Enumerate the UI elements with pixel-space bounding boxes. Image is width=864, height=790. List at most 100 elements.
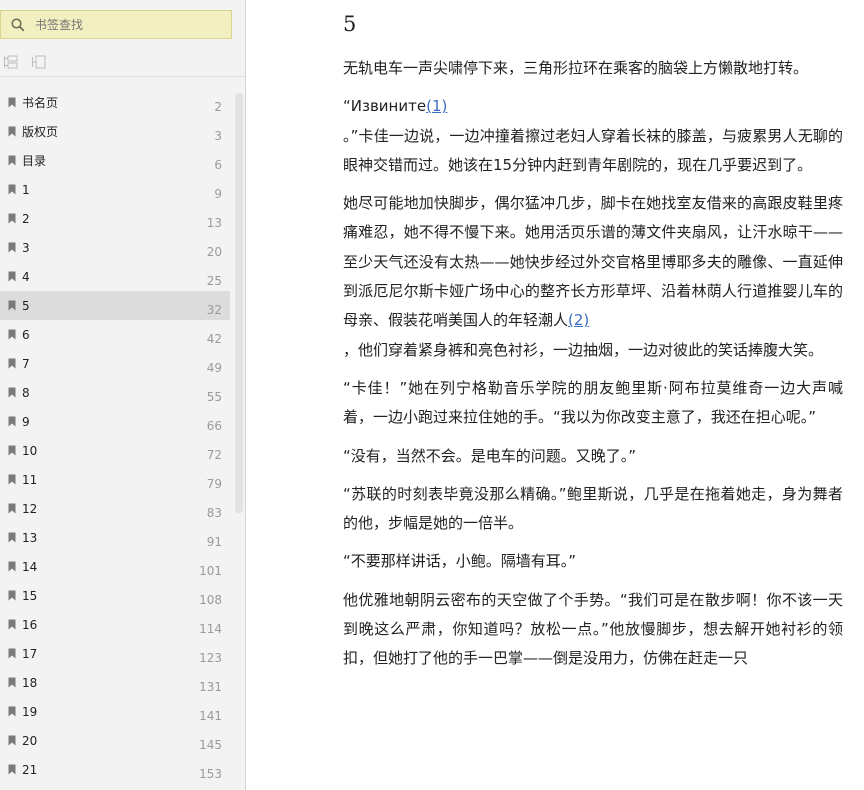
paragraph-2-start: “Извините [343,97,427,116]
paragraph-1: 无轨电车一声尖啸停下来，三角形拉环在乘客的脑袋上方懒散地打转。 [343,59,809,77]
bookmark-item[interactable]: 2 13 [0,204,230,233]
sidebar-divider [0,76,245,77]
bookmark-icon [8,184,16,195]
bookmark-page-number: 25 [206,274,222,288]
bookmark-item[interactable]: 目录 6 [0,146,230,175]
bookmark-list: 书名页 2 版权页 3 目录 6 1 9 2 13 3 20 4 25 5 32 6 42 7 49 8 55 9 66 10 7… [0,88,230,784]
bookmark-icon [8,735,16,746]
bookmark-item[interactable]: 16 114 [0,610,230,639]
bookmark-page-number: 131 [199,680,222,694]
bookmark-sidebar: 书名页2版权页3目录619213320425532642749855966107… [0,0,246,790]
bookmark-icon [8,97,16,108]
bookmark-page-number: 20 [206,245,222,259]
bookmark-page-number: 6 [214,158,222,172]
bookmark-page-number: 72 [206,448,222,462]
paragraph-2: “Извините(1) 。”卡佳一边说，一边冲撞着擦过老妇人穿着长袜的膝盖，与疲… [343,92,843,180]
bookmark-search-box[interactable] [0,10,232,39]
bookmark-page-number: 145 [199,738,222,752]
bookmark-item[interactable]: 5 32 [0,291,230,320]
bookmark-icon [8,677,16,688]
bookmark-icon [8,764,16,775]
bookmark-page-number: 79 [206,477,222,491]
bookmark-label: 8 [22,385,30,400]
bookmark-page-number: 9 [214,187,222,201]
chapter-title: 5 [343,12,357,36]
paragraph-2-rest: 。”卡佳一边说，一边冲撞着擦过老妇人穿着长袜的膝盖，与疲累男人无聊的眼神交错而过… [343,126,843,174]
bookmark-item[interactable]: 15 108 [0,581,230,610]
bookmark-item[interactable]: 3 20 [0,233,230,262]
bookmark-label: 版权页 [22,125,59,139]
bookmark-icon [8,532,16,543]
bookmark-icon [8,271,16,282]
reading-pane: 5 无轨电车一声尖啸停下来，三角形拉环在乘客的脑袋上方懒散地打转。 “Извин… [247,0,864,790]
bookmark-page-number: 83 [206,506,222,520]
bookmark-item[interactable]: 18 131 [0,668,230,697]
bookmark-icon [8,416,16,427]
bookmark-page-number: 108 [199,593,222,607]
bookmark-item[interactable]: 7 49 [0,349,230,378]
bookmark-page-number: 2 [214,100,222,114]
bookmark-page-number: 13 [206,216,222,230]
bookmark-page-number: 32 [206,303,222,317]
bookmark-item[interactable]: 4 25 [0,262,230,291]
bookmark-label: 3 [22,240,30,255]
bookmark-page-number: 153 [199,767,222,781]
bookmark-page-number: 123 [199,651,222,665]
bookmark-label: 12 [22,501,38,516]
bookmark-label: 13 [22,530,38,545]
bookmark-page-number: 3 [214,129,222,143]
bookmark-item[interactable]: 10 72 [0,436,230,465]
sidebar-scroll-thumb[interactable] [235,93,243,513]
bookmark-label: 书名页 [22,96,59,110]
paragraph-3-start: 她尽可能地加快脚步，偶尔猛冲几步，脚卡在她找室友借来的高跟皮鞋里疼痛难忍，她不得… [343,194,843,330]
bookmark-item[interactable]: 9 66 [0,407,230,436]
bookmark-item[interactable]: 8 55 [0,378,230,407]
paragraph-3: 她尽可能地加快脚步，偶尔猛冲几步，脚卡在她找室友借来的高跟皮鞋里疼痛难忍，她不得… [343,189,843,365]
bookmark-label: 7 [22,356,30,371]
bookmark-label: 11 [22,472,38,487]
bookmark-page-number: 141 [199,709,222,723]
bookmark-label: 5 [22,298,30,313]
bookmark-icon [8,358,16,369]
bookmark-page-number: 101 [199,564,222,578]
collapse-all-icon[interactable] [30,53,48,71]
bookmark-item[interactable]: 17 123 [0,639,230,668]
bookmark-item[interactable]: 14 101 [0,552,230,581]
bookmark-label: 10 [22,443,38,458]
bookmark-icon [8,648,16,659]
footnote-link-2[interactable]: (2) [568,311,589,329]
bookmark-label: 4 [22,269,30,284]
bookmark-icon [8,619,16,630]
bookmark-item[interactable]: 11 79 [0,465,230,494]
paragraph-8: 他优雅地朝阴云密布的天空做了个手势。“我们可是在散步啊！你不该一天到晚这么严肃，… [343,590,843,668]
bookmark-page-number: 49 [206,361,222,375]
bookmark-icon [8,213,16,224]
bookmark-item[interactable]: 书名页 2 [0,88,230,117]
bookmark-page-number: 42 [206,332,222,346]
bookmark-item[interactable]: 版权页 3 [0,117,230,146]
paragraph-4: “卡佳！”她在列宁格勒音乐学院的朋友鲍里斯·阿布拉莫维奇一边大声喊着，一边小跑过… [343,378,843,427]
bookmark-item[interactable]: 6 42 [0,320,230,349]
bookmark-item[interactable]: 21 153 [0,755,230,784]
bookmark-item[interactable]: 19 141 [0,697,230,726]
bookmark-search-input[interactable] [33,16,217,33]
search-icon [11,17,25,32]
bookmark-item[interactable]: 12 83 [0,494,230,523]
paragraph-6: “苏联的时刻表毕竟没那么精确。”鲍里斯说，几乎是在拖着她走，身为舞者的他，步幅是… [343,484,843,533]
bookmark-item[interactable]: 19 [0,175,230,204]
bookmark-icon [8,445,16,456]
chapter-text: 无轨电车一声尖啸停下来，三角形拉环在乘客的脑袋上方懒散地打转。 “Извинит… [343,54,843,683]
bookmark-icon [8,590,16,601]
bookmark-icon [8,126,16,137]
footnote-link-1[interactable]: (1) [426,97,447,115]
paragraph-7: “不要那样讲话，小鲍。隔墙有耳。” [343,552,577,571]
bookmark-icon [8,300,16,311]
bookmark-icon [8,474,16,485]
bookmark-page-number: 66 [206,419,222,433]
bookmark-item[interactable]: 20 145 [0,726,230,755]
bookmark-page-number: 55 [206,390,222,404]
expand-all-icon[interactable] [2,53,20,71]
bookmark-item[interactable]: 13 91 [0,523,230,552]
bookmark-icon [8,329,16,340]
bookmark-label: 1 [22,182,30,197]
